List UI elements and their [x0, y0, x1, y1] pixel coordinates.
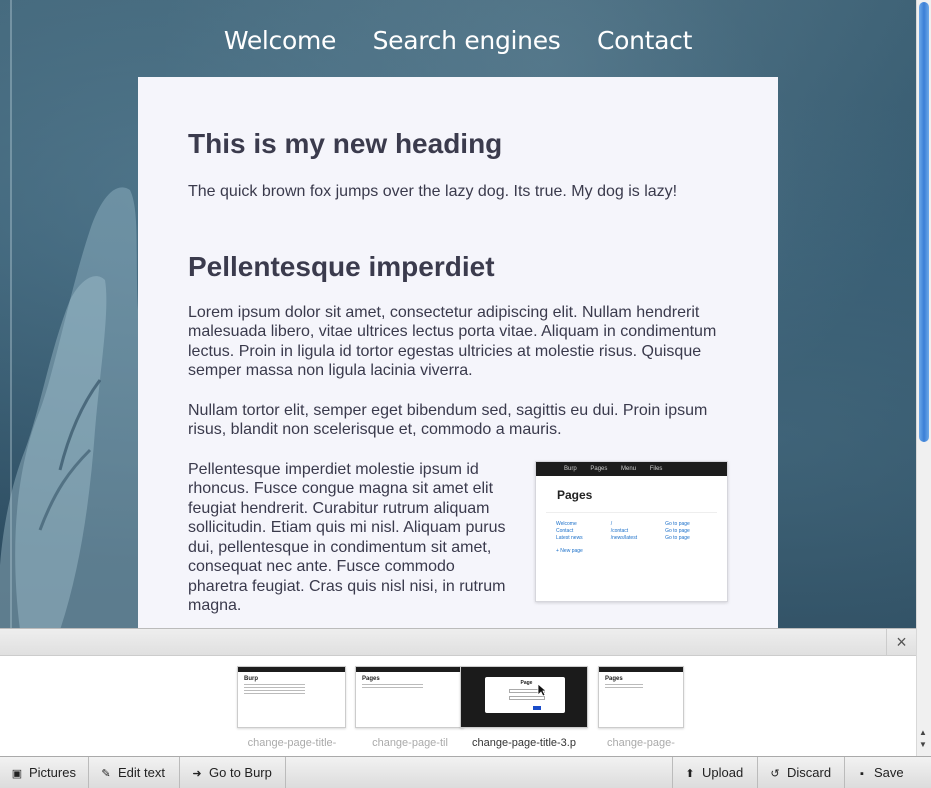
table-cell: Go to page [665, 528, 690, 534]
nav-contact-link[interactable]: Contact [597, 26, 692, 55]
sign-in-icon: ➜ [192, 768, 202, 780]
table-cell: Contact [556, 528, 574, 534]
edit-text-button[interactable]: ✎ Edit text [89, 757, 180, 788]
thumbnail-caption: change-page-title-3.p [472, 737, 576, 749]
thumbnail-title: Pages [605, 676, 623, 682]
body-paragraph-3[interactable]: Pellentesque imperdiet molestie ipsum id… [188, 460, 518, 616]
inline-menubar-item: Burp [564, 466, 577, 472]
inline-menubar-item: Menu [621, 466, 637, 472]
scroll-down-arrow-icon[interactable]: ▼ [919, 740, 927, 749]
thumbnail-line [605, 687, 643, 688]
body-paragraph-1[interactable]: Lorem ipsum dolor sit amet, consectetur … [188, 303, 728, 381]
thumbnail-line [362, 687, 423, 688]
body-paragraph-2[interactable]: Nullam tortor elit, semper eget bibendum… [188, 401, 728, 440]
table-cell: Go to page [665, 521, 690, 527]
discard-label: Discard [787, 765, 832, 780]
thumbnail-menubar [356, 667, 463, 672]
thumbnail-button [533, 706, 541, 710]
thumbnail-title: Page [520, 680, 533, 686]
pictures-button[interactable]: ▣ Pictures [0, 757, 89, 788]
thumbnail-dialog: Page [485, 677, 565, 713]
media-thumbnail[interactable]: Pages change-page-til [355, 666, 465, 749]
nav-welcome-link[interactable]: Welcome [224, 26, 337, 55]
section-heading[interactable]: Pellentesque imperdiet [188, 251, 728, 283]
picture-icon: ▣ [11, 768, 23, 780]
inline-new-page-link: + New page [556, 548, 583, 554]
thumbnail-image[interactable]: Pages [598, 666, 684, 728]
inline-screenshot-image[interactable]: Burp Pages Menu Files Pages Welcome / Go… [535, 461, 728, 602]
pictures-label: Pictures [29, 765, 76, 780]
page-heading[interactable]: This is my new heading [188, 128, 728, 160]
table-cell: /news/latest [610, 535, 638, 541]
inline-menubar-item: Files [649, 466, 663, 472]
thumbnail-caption: change-page- [607, 737, 675, 749]
thumbnail-line [244, 690, 305, 691]
upload-button[interactable]: ⬆ Upload [672, 757, 757, 788]
floppy-disk-icon: ▪ [860, 768, 864, 780]
cursor-icon [537, 683, 547, 697]
media-thumbnail-selected[interactable]: Page change-page-title-3.p [460, 666, 588, 749]
praying-hands-graphic [0, 187, 138, 628]
thumbnail-line [605, 684, 643, 685]
nav-search-engines-link[interactable]: Search engines [373, 26, 561, 55]
inline-menubar-item: Pages [590, 466, 608, 472]
media-drawer-header: × [0, 628, 916, 656]
inline-screenshot-title: Pages [557, 488, 593, 502]
thumbnail-line [244, 687, 305, 688]
discard-button[interactable]: ↺ Discard [757, 757, 844, 788]
edit-icon: ✎ [101, 768, 111, 780]
table-row: Welcome / Go to page [556, 521, 718, 528]
edit-text-label: Edit text [118, 765, 165, 780]
thumbnail-caption: change-page-title- [247, 737, 337, 749]
thumbnail-image[interactable]: Burp [237, 666, 346, 728]
content-panel: This is my new heading The quick brown f… [138, 77, 778, 628]
table-cell: / [610, 521, 613, 527]
drawer-close-icon[interactable]: × [886, 629, 916, 655]
inline-screenshot-divider [546, 512, 717, 513]
table-cell: Latest news [556, 535, 583, 541]
go-to-burp-label: Go to Burp [209, 765, 272, 780]
upload-label: Upload [702, 765, 744, 780]
go-to-burp-button[interactable]: ➜ Go to Burp [180, 757, 286, 788]
thumbnail-caption: change-page-til [372, 737, 448, 749]
thumbnail-line [362, 684, 423, 685]
thumbnail-title: Pages [362, 676, 380, 682]
thumbnail-line [244, 693, 305, 694]
inline-screenshot-table: Welcome / Go to page Contact /contact Go… [556, 521, 718, 542]
thumbnail-menubar [238, 667, 345, 672]
intro-paragraph[interactable]: The quick brown fox jumps over the lazy … [188, 182, 728, 202]
table-cell: Go to page [665, 535, 690, 541]
upload-icon: ⬆ [685, 768, 695, 780]
thumbnail-line [244, 684, 305, 685]
bottom-toolbar: ▣ Pictures ✎ Edit text ➜ Go to Burp ⬆ Upload… [0, 756, 931, 788]
save-label: Save [874, 765, 904, 780]
site-nav: Welcome Search engines Contact [0, 26, 916, 55]
scroll-up-arrow-icon[interactable]: ▲ [919, 728, 927, 737]
table-row: Contact /contact Go to page [556, 528, 718, 535]
thumbnail-title: Burp [244, 676, 258, 682]
media-thumbnail[interactable]: Burp change-page-title- [237, 666, 347, 749]
save-button[interactable]: ▪ Save [844, 757, 916, 788]
table-cell: /contact [610, 528, 629, 534]
thumbnail-menubar [599, 667, 683, 672]
undo-icon: ↺ [770, 768, 780, 780]
inline-screenshot-menubar: Burp Pages Menu Files [536, 462, 727, 476]
vertical-scrollbar[interactable]: ▲ ▼ [916, 0, 931, 756]
thumbnail-image[interactable]: Pages [355, 666, 464, 728]
media-drawer: Burp change-page-title- Pages change-pag… [0, 656, 916, 756]
thumbnail-image[interactable]: Page [460, 666, 588, 728]
media-thumbnail[interactable]: Pages change-page- [598, 666, 684, 749]
table-cell: Welcome [556, 521, 577, 527]
scrollbar-thumb[interactable] [919, 2, 929, 442]
table-row: Latest news /news/latest Go to page [556, 535, 718, 542]
